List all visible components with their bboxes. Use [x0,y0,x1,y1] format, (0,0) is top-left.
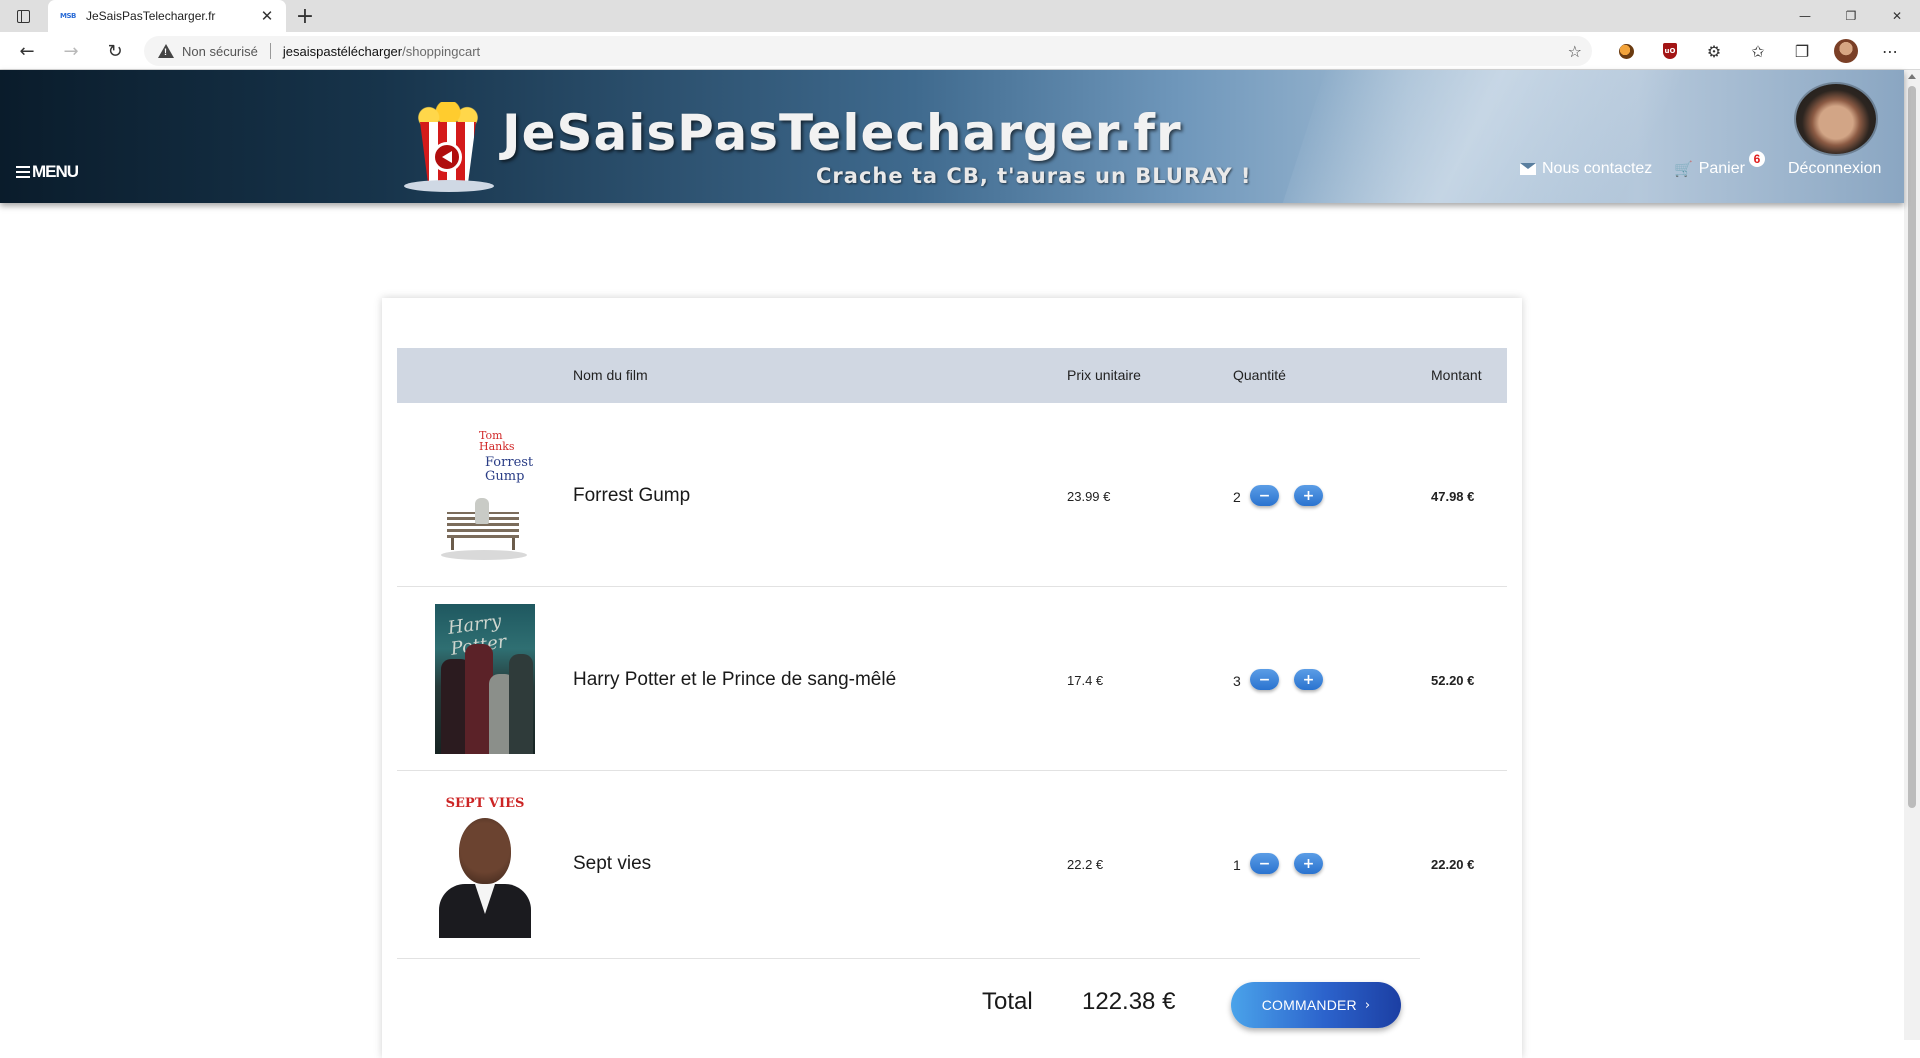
site-title[interactable]: JeSaisPasTelecharger.fr [502,104,1182,162]
reload-icon[interactable]: ↻ [100,37,130,65]
cart-row: Tom Hanks Forrest Gump Forrest Gump 23.9… [397,403,1507,587]
browser-tab[interactable]: MSB JeSaisPasTelecharger.fr ✕ [48,0,286,32]
increase-quantity-button[interactable]: + [1294,853,1323,874]
cart-table-header: Nom du film Prix unitaire Quantité Monta… [397,348,1507,403]
extension-icons: uO ⚙ ✩ ❐ ⋯ [1604,37,1912,65]
unit-price: 23.99 € [1067,489,1111,504]
quantity-value: 3 [1233,673,1241,689]
tab-actions-icon[interactable] [8,4,38,28]
quantity-value: 1 [1233,857,1241,873]
decrease-quantity-button[interactable]: − [1250,669,1279,690]
extension-beetle-icon[interactable] [1604,37,1648,65]
address-bar[interactable]: Non sécurisé jesaispastélécharger/shoppi… [144,36,1592,66]
nav-logout-link[interactable]: Déconnexion [1788,160,1881,178]
decrease-quantity-button[interactable]: − [1250,485,1279,506]
menu-button[interactable]: MENU [16,162,79,182]
popcorn-logo-icon[interactable] [404,100,494,192]
collections-icon[interactable]: ❐ [1780,37,1824,65]
harry-potter-poster: Harry Potter [435,604,535,754]
scroll-thumb[interactable] [1908,86,1916,808]
mail-icon [1520,163,1536,175]
extensions-puzzle-icon[interactable]: ⚙ [1692,37,1736,65]
unit-price: 22.2 € [1067,857,1104,872]
forrest-gump-poster: Tom Hanks Forrest Gump [435,420,535,570]
ublock-shield-icon[interactable]: uO [1648,37,1692,65]
minimize-icon[interactable]: — [1782,0,1828,32]
order-button[interactable]: COMMANDER › [1231,982,1401,1028]
quantity-value: 2 [1233,489,1241,505]
tab-title: JeSaisPasTelecharger.fr [86,9,216,23]
nav-contact-label: Nous contactez [1542,160,1653,177]
header-unit-price: Prix unitaire [1067,367,1141,383]
increase-quantity-button[interactable]: + [1294,669,1323,690]
more-options-icon[interactable]: ⋯ [1868,37,1912,65]
cart-row: SEPT VIES Sept vies 22.2 € 1 − + 22.20 € [397,771,1507,955]
restore-icon[interactable]: ❐ [1828,0,1874,32]
url-host: jesaispastélécharger [282,43,403,59]
chevron-right-icon: › [1364,997,1371,1013]
page-scrollbar[interactable] [1904,70,1920,1040]
tab-close-icon[interactable]: ✕ [257,6,277,26]
sept-vies-poster: SEPT VIES [435,788,535,938]
warning-icon[interactable] [158,44,174,58]
favorites-icon[interactable]: ✩ [1736,37,1780,65]
site-tagline: Crache ta CB, t'auras un BLURAY ! [816,164,1252,188]
scroll-up-icon[interactable] [1908,74,1916,79]
film-title[interactable]: Forrest Gump [573,485,690,507]
site-favicon-icon: MSB [60,12,76,20]
hamburger-icon [16,166,30,178]
user-avatar[interactable] [1796,84,1876,154]
address-divider [269,43,271,59]
forward-icon[interactable]: → [56,37,86,65]
line-amount: 52.20 € [1431,673,1475,688]
back-icon[interactable]: ← [12,37,42,65]
total-value: 122.38 € [1082,988,1176,1015]
nav-cart-label: Panier [1698,160,1745,177]
nav-logout-label: Déconnexion [1788,160,1882,177]
film-title[interactable]: Harry Potter et le Prince de sang-mêlé [573,669,896,691]
shopping-cart-card: Nom du film Prix unitaire Quantité Monta… [382,298,1522,1058]
cart-icon: 🛒 [1674,160,1693,178]
window-close-icon[interactable]: ✕ [1874,0,1920,32]
browser-tabstrip: MSB JeSaisPasTelecharger.fr ✕ + — ❐ ✕ [0,0,1920,32]
cart-row: Harry Potter Harry Potter et le Prince d… [397,587,1507,771]
security-label[interactable]: Non sécurisé [182,44,258,59]
browser-toolbar: ← → ↻ Non sécurisé jesaispastélécharger/… [0,32,1920,70]
header-decoration [1267,70,1753,203]
total-divider [397,958,1420,959]
header-amount: Montant [1431,367,1482,383]
new-tab-icon[interactable]: + [292,3,318,29]
url-path: /shoppingcart [402,43,481,59]
increase-quantity-button[interactable]: + [1294,485,1323,506]
unit-price: 17.4 € [1067,673,1104,688]
menu-label: MENU [32,162,79,181]
order-label: COMMANDER [1261,997,1357,1013]
cart-count-badge: 6 [1749,151,1765,167]
total-label: Total [982,988,1033,1015]
line-amount: 47.98 € [1431,489,1475,504]
nav-cart-link[interactable]: 🛒 Panier [1674,160,1745,178]
header-quantity: Quantité [1233,367,1286,383]
film-title[interactable]: Sept vies [573,853,651,875]
profile-icon[interactable] [1824,37,1868,65]
add-favorite-icon[interactable]: ☆ [1568,42,1582,61]
window-controls: — ❐ ✕ [1782,0,1920,32]
decrease-quantity-button[interactable]: − [1250,853,1279,874]
header-name: Nom du film [573,367,648,383]
nav-contact-link[interactable]: Nous contactez [1520,160,1652,178]
line-amount: 22.20 € [1431,857,1475,872]
